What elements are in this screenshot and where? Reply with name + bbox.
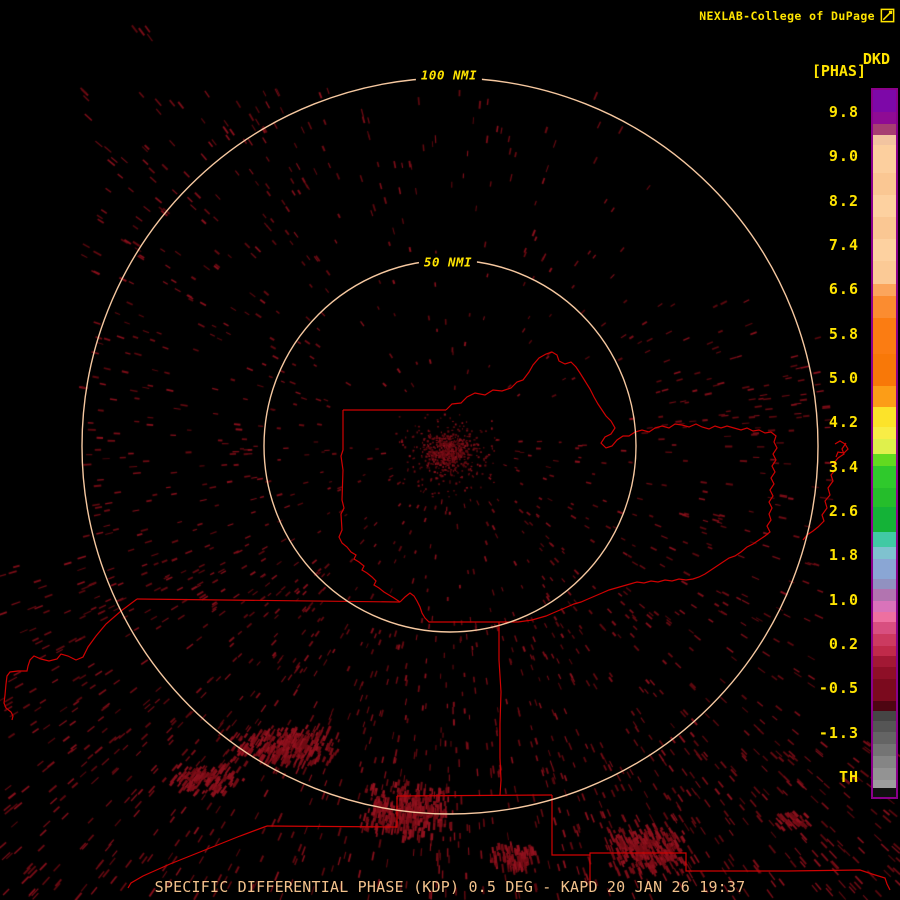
scale-label: 6.6 — [828, 280, 859, 298]
colorbar-segment — [873, 112, 896, 124]
colorbar-segment — [873, 721, 896, 732]
range-ring-label-100nmi: 100 NMI — [415, 66, 483, 84]
colorbar-segment — [873, 612, 896, 622]
county-boundary-line — [399, 592, 499, 623]
cod-logo-icon — [880, 8, 895, 23]
scale-label: -1.3 — [818, 724, 859, 742]
colorbar-segment — [873, 217, 896, 239]
colorbar-segment — [873, 768, 896, 780]
scale-label: 1.8 — [828, 546, 859, 564]
colorbar-segment — [873, 532, 896, 547]
scale-label: 7.4 — [828, 236, 859, 254]
colorbar-segment — [873, 195, 896, 217]
colorbar-segment — [873, 261, 896, 284]
colorbar-segments — [873, 90, 896, 797]
colorbar-segment — [873, 547, 896, 559]
colorbar-segment — [873, 589, 896, 601]
colorbar-segment — [873, 780, 896, 788]
colorbar-segment — [873, 711, 896, 721]
range-ring-label-50nmi: 50 NMI — [418, 253, 478, 271]
colorbar-segment — [873, 634, 896, 646]
colorbar-segment — [873, 701, 896, 711]
colorbar-segment — [873, 90, 896, 112]
colorbar-segment — [873, 667, 896, 679]
scale-label: 9.8 — [828, 103, 859, 121]
range-ring — [81, 77, 819, 815]
colorbar-segment — [873, 439, 896, 454]
colorbar-segment — [873, 656, 896, 667]
colorbar-segment — [873, 427, 896, 439]
scale-label: 5.8 — [828, 325, 859, 343]
colorbar-segment — [873, 318, 896, 354]
product-units-label: [PHAS] — [811, 62, 866, 80]
scale-label: 1.0 — [828, 591, 859, 609]
colorbar-segment — [873, 454, 896, 466]
colorbar-segment — [873, 601, 896, 612]
header: NEXLAB-College of DuPage — [699, 7, 896, 24]
colorbar-segment — [873, 622, 896, 634]
colorbar-segment — [873, 145, 896, 173]
colorbar-segment — [873, 744, 896, 756]
colorbar-segment — [873, 466, 896, 488]
colorbar-segment — [873, 124, 896, 135]
scale-label: -0.5 — [818, 679, 859, 697]
colorbar-segment — [873, 579, 896, 589]
scale-label: 5.0 — [828, 369, 859, 387]
status-bar: SPECIFIC DIFFERENTIAL PHASE (KDP) 0.5 DE… — [154, 878, 746, 896]
colorbar-segment — [873, 354, 896, 386]
colorbar-segment — [873, 679, 896, 701]
map-overlay — [3, 77, 891, 892]
colorbar-segment — [873, 239, 896, 261]
colorbar-segment — [873, 386, 896, 407]
scale-label: 0.2 — [828, 635, 859, 653]
colorbar-segment — [873, 488, 896, 507]
radar-app-window: NEXLAB-College of DuPage DKD [PHAS] 9.8 9… — [0, 0, 900, 900]
colorbar-segment — [873, 407, 896, 427]
scale-label: 4.2 — [828, 413, 859, 431]
colorbar-segment — [873, 135, 896, 145]
colorbar-segment — [873, 296, 896, 318]
colorbar-segment — [873, 507, 896, 532]
range-ring — [263, 259, 637, 633]
colorbar-segment — [873, 756, 896, 768]
colorbar-segment — [873, 788, 896, 797]
county-boundary-line — [498, 622, 502, 796]
county-boundary-line — [338, 410, 401, 603]
county-boundary-line — [3, 598, 138, 721]
color-scale-bar — [871, 88, 898, 799]
scale-label: 8.2 — [828, 192, 859, 210]
colorbar-segment — [873, 559, 896, 579]
county-boundary-line — [396, 794, 553, 797]
scale-label: TH — [838, 768, 859, 786]
county-boundary-line — [136, 598, 401, 603]
county-boundary-line — [551, 795, 891, 891]
scale-label: 2.6 — [828, 502, 859, 520]
colorbar-segment — [873, 646, 896, 656]
colorbar-segment — [873, 173, 896, 195]
county-boundary-line — [445, 351, 778, 623]
site-title: NEXLAB-College of DuPage — [699, 8, 875, 23]
scale-label: 9.0 — [828, 147, 859, 165]
scale-label: 3.4 — [828, 458, 859, 476]
product-code-label: DKD — [862, 50, 890, 68]
county-boundary-line — [266, 796, 398, 828]
colorbar-segment — [873, 284, 896, 296]
colorbar-segment — [873, 732, 896, 744]
